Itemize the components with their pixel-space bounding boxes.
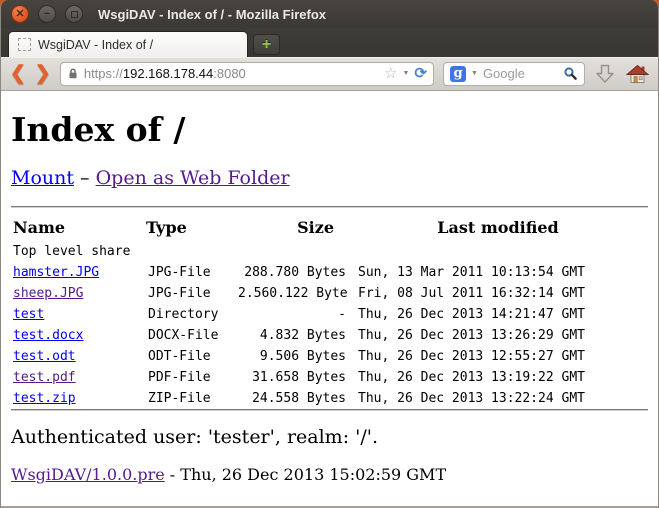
file-modified: Thu, 26 Dec 2013 13:19:22 GMT [348, 367, 648, 388]
forward-button[interactable]: ❯ [35, 64, 51, 83]
column-header-name: Name [11, 211, 146, 242]
window-maximize-button[interactable] [65, 5, 83, 23]
new-tab-button[interactable]: + [253, 34, 280, 55]
tab-wsgidav[interactable]: WsgiDAV - Index of / [8, 31, 248, 57]
maximize-icon [71, 11, 78, 18]
file-table-body: Top level share hamster.JPG JPG-File 288… [11, 242, 648, 409]
file-link[interactable]: sheep.JPG [13, 286, 83, 301]
url-host: 192.168.178.44 [123, 66, 213, 81]
close-icon: ✕ [15, 9, 24, 20]
file-size: 24.558 Bytes [236, 388, 348, 409]
window-minimize-button[interactable]: − [38, 5, 56, 23]
file-link[interactable]: hamster.JPG [13, 265, 99, 280]
window-title: WsgiDAV - Index of / - Mozilla Firefox [98, 7, 326, 22]
wsgidav-version-link[interactable]: WsgiDAV/1.0.0.pre [11, 465, 165, 484]
url-text[interactable]: https://192.168.178.44:8080 [84, 66, 246, 81]
firefox-window: ✕ − WsgiDAV - Index of / - Mozilla Firef… [0, 0, 659, 508]
file-modified: Thu, 26 Dec 2013 13:22:24 GMT [348, 388, 648, 409]
file-size: 288.780 Bytes [236, 262, 348, 283]
file-modified: Thu, 26 Dec 2013 12:55:27 GMT [348, 346, 648, 367]
file-size: 2.560.122 Bytes [236, 283, 348, 304]
open-webfolder-link[interactable]: Open as Web Folder [96, 167, 290, 189]
file-modified: Fri, 08 Jul 2011 16:32:14 GMT [348, 283, 648, 304]
table-row: test Directory - Thu, 26 Dec 2013 14:21:… [11, 304, 648, 325]
file-type: ZIP-File [146, 388, 236, 409]
urlbar-dropdown-icon[interactable]: ▼ [402, 70, 409, 77]
home-button[interactable] [625, 63, 649, 85]
footer-timestamp: - Thu, 26 Dec 2013 15:02:59 GMT [165, 465, 446, 484]
forward-icon: ❯ [35, 63, 51, 84]
back-button[interactable]: ❮ [10, 64, 26, 83]
file-link[interactable]: test [13, 307, 44, 322]
share-note-row: Top level share [11, 242, 648, 262]
column-header-modified: Last modified [348, 211, 648, 242]
back-icon: ❮ [10, 63, 26, 84]
file-size: 31.658 Bytes [236, 367, 348, 388]
file-size: - [236, 304, 348, 325]
top-divider [11, 206, 648, 208]
file-link[interactable]: test.zip [13, 391, 76, 406]
file-size: 9.506 Bytes [236, 346, 348, 367]
file-link[interactable]: test.docx [13, 328, 83, 343]
url-scheme: https:// [84, 66, 123, 81]
page-title: Index of / [11, 110, 648, 149]
file-modified: Thu, 26 Dec 2013 13:26:29 GMT [348, 325, 648, 346]
file-type: PDF-File [146, 367, 236, 388]
search-box[interactable]: g ▼ Google [443, 62, 585, 86]
minimize-icon: − [44, 9, 50, 20]
reload-icon[interactable]: ⟳ [414, 66, 427, 81]
file-table: Name Type Size Last modified Top level s… [11, 211, 648, 409]
search-input[interactable]: Google [483, 66, 525, 81]
file-link[interactable]: test.pdf [13, 370, 76, 385]
column-header-size: Size [236, 211, 348, 242]
share-note: Top level share [11, 242, 648, 262]
table-row: test.zip ZIP-File 24.558 Bytes Thu, 26 D… [11, 388, 648, 409]
file-modified: Thu, 26 Dec 2013 14:21:47 GMT [348, 304, 648, 325]
file-type: JPG-File [146, 262, 236, 283]
table-header-row: Name Type Size Last modified [11, 211, 648, 242]
table-row: hamster.JPG JPG-File 288.780 Bytes Sun, … [11, 262, 648, 283]
google-engine-icon[interactable]: g [450, 66, 466, 82]
window-close-button[interactable]: ✕ [11, 5, 29, 23]
mount-link[interactable]: Mount [11, 167, 74, 189]
download-button[interactable] [594, 63, 616, 85]
url-bar[interactable]: https://192.168.178.44:8080 ☆ ▼ ⟳ [60, 62, 434, 86]
bookmark-star-icon[interactable]: ☆ [384, 66, 397, 81]
nav-separator: – [74, 167, 96, 189]
bottom-divider [11, 409, 648, 411]
tab-label: WsgiDAV - Index of / [38, 38, 153, 52]
page-content: Index of / Mount – Open as Web Folder Na… [1, 91, 658, 508]
file-size: 4.832 Bytes [236, 325, 348, 346]
table-row: sheep.JPG JPG-File 2.560.122 Bytes Fri, … [11, 283, 648, 304]
lock-icon [67, 67, 79, 80]
file-type: JPG-File [146, 283, 236, 304]
file-link[interactable]: test.odt [13, 349, 76, 364]
search-magnifier-icon[interactable] [563, 66, 578, 81]
auth-status-text: Authenticated user: 'tester', realm: '/'… [11, 426, 648, 448]
table-row: test.odt ODT-File 9.506 Bytes Thu, 26 De… [11, 346, 648, 367]
tab-strip: WsgiDAV - Index of / + [1, 28, 658, 57]
navigation-toolbar: ❮ ❯ https://192.168.178.44:8080 ☆ ▼ ⟳ g … [1, 57, 658, 91]
file-type: DOCX-File [146, 325, 236, 346]
plus-icon: + [262, 37, 271, 53]
file-type: Directory [146, 304, 236, 325]
title-bar: ✕ − WsgiDAV - Index of / - Mozilla Firef… [1, 0, 658, 28]
page-nav-links: Mount – Open as Web Folder [11, 167, 648, 189]
favicon-placeholder-icon [18, 38, 31, 51]
file-modified: Sun, 13 Mar 2011 10:13:54 GMT [348, 262, 648, 283]
search-engine-dropdown-icon[interactable]: ▼ [471, 70, 478, 77]
table-row: test.docx DOCX-File 4.832 Bytes Thu, 26 … [11, 325, 648, 346]
table-row: test.pdf PDF-File 31.658 Bytes Thu, 26 D… [11, 367, 648, 388]
file-type: ODT-File [146, 346, 236, 367]
column-header-type: Type [146, 211, 236, 242]
url-port: :8080 [213, 66, 246, 81]
footer-version-line: WsgiDAV/1.0.0.pre - Thu, 26 Dec 2013 15:… [11, 465, 648, 484]
